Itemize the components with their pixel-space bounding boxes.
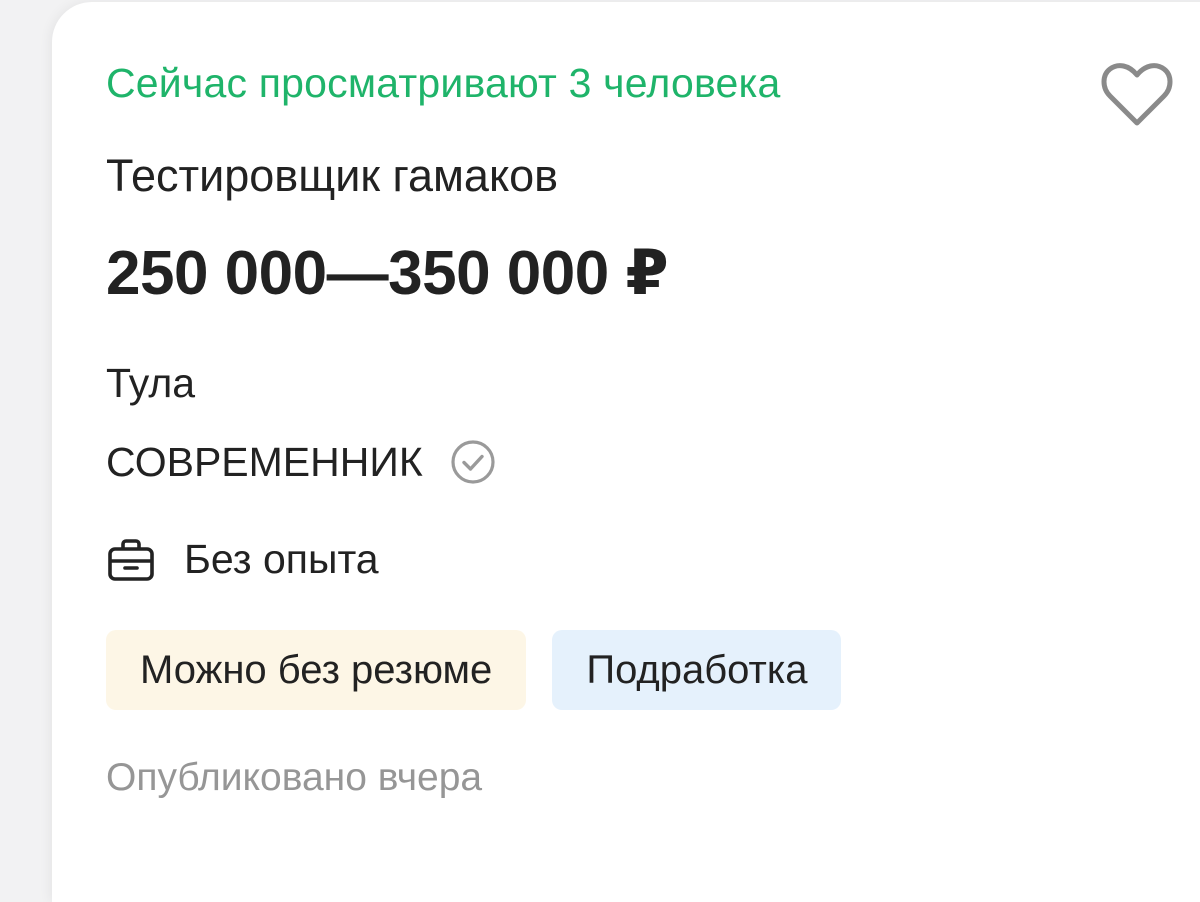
check-circle-icon: [451, 440, 495, 484]
briefcase-icon: [108, 538, 154, 581]
experience-row: Без опыта: [106, 536, 379, 583]
vacancy-card[interactable]: Сейчас просматривают 3 человека Тестиров…: [52, 2, 1200, 902]
company-name[interactable]: СОВРЕМЕННИК: [106, 439, 423, 486]
company-row: СОВРЕМЕННИК: [106, 438, 497, 486]
published-date: Опубликовано вчера: [106, 756, 483, 799]
tags-list: Можно без резюме Подработка: [106, 630, 842, 710]
vacancy-title[interactable]: Тестировщик гамаков: [106, 150, 558, 202]
vacancy-salary: 250 000—350 000 ₽: [106, 239, 669, 308]
tag-no-resume: Можно без резюме: [106, 630, 527, 710]
experience-label: Без опыта: [184, 536, 379, 582]
viewers-count-text: Сейчас просматривают 3 человека: [106, 60, 781, 106]
vacancy-city: Тула: [106, 360, 196, 406]
tag-part-time: Подработка: [552, 630, 842, 710]
heart-icon[interactable]: [1100, 60, 1174, 130]
